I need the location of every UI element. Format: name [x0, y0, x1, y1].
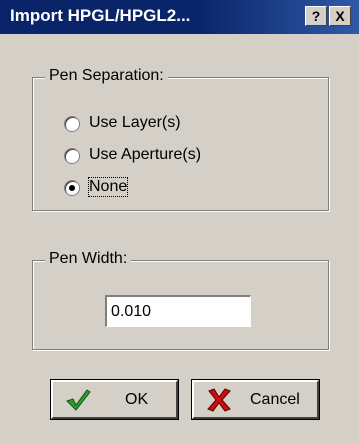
help-button[interactable]: ?	[305, 6, 327, 26]
cancel-button[interactable]: Cancel	[192, 380, 319, 419]
radio-button[interactable]	[64, 148, 80, 164]
dialog-title: Import HPGL/HPGL2...	[10, 6, 191, 25]
title-bar[interactable]: Import HPGL/HPGL2... ? X	[0, 0, 359, 34]
pen-width-input[interactable]	[105, 295, 251, 327]
import-hpgl-dialog: Import HPGL/HPGL2... ? X Pen Separation:…	[0, 0, 359, 443]
cancel-label: Cancel	[250, 391, 300, 408]
radio-button[interactable]	[64, 116, 80, 132]
pen-width-group: Pen Width:	[32, 250, 329, 350]
pen-width-label: Pen Width:	[45, 250, 132, 268]
green-check-icon	[66, 389, 91, 411]
radio-button-selected[interactable]	[64, 180, 80, 196]
ok-label: OK	[125, 391, 149, 408]
pen-separation-group: Pen Separation: Use Layer(s) Use Apertur…	[32, 67, 329, 211]
pen-separation-label: Pen Separation:	[45, 67, 168, 85]
red-x-icon	[207, 388, 231, 412]
ok-button[interactable]: OK	[51, 380, 178, 419]
radio-selected-dot	[69, 185, 75, 191]
radio-label: Use Aperture(s)	[89, 146, 202, 163]
radio-label: Use Layer(s)	[89, 114, 181, 131]
radio-label: None	[87, 177, 129, 197]
close-button[interactable]: X	[329, 6, 351, 26]
